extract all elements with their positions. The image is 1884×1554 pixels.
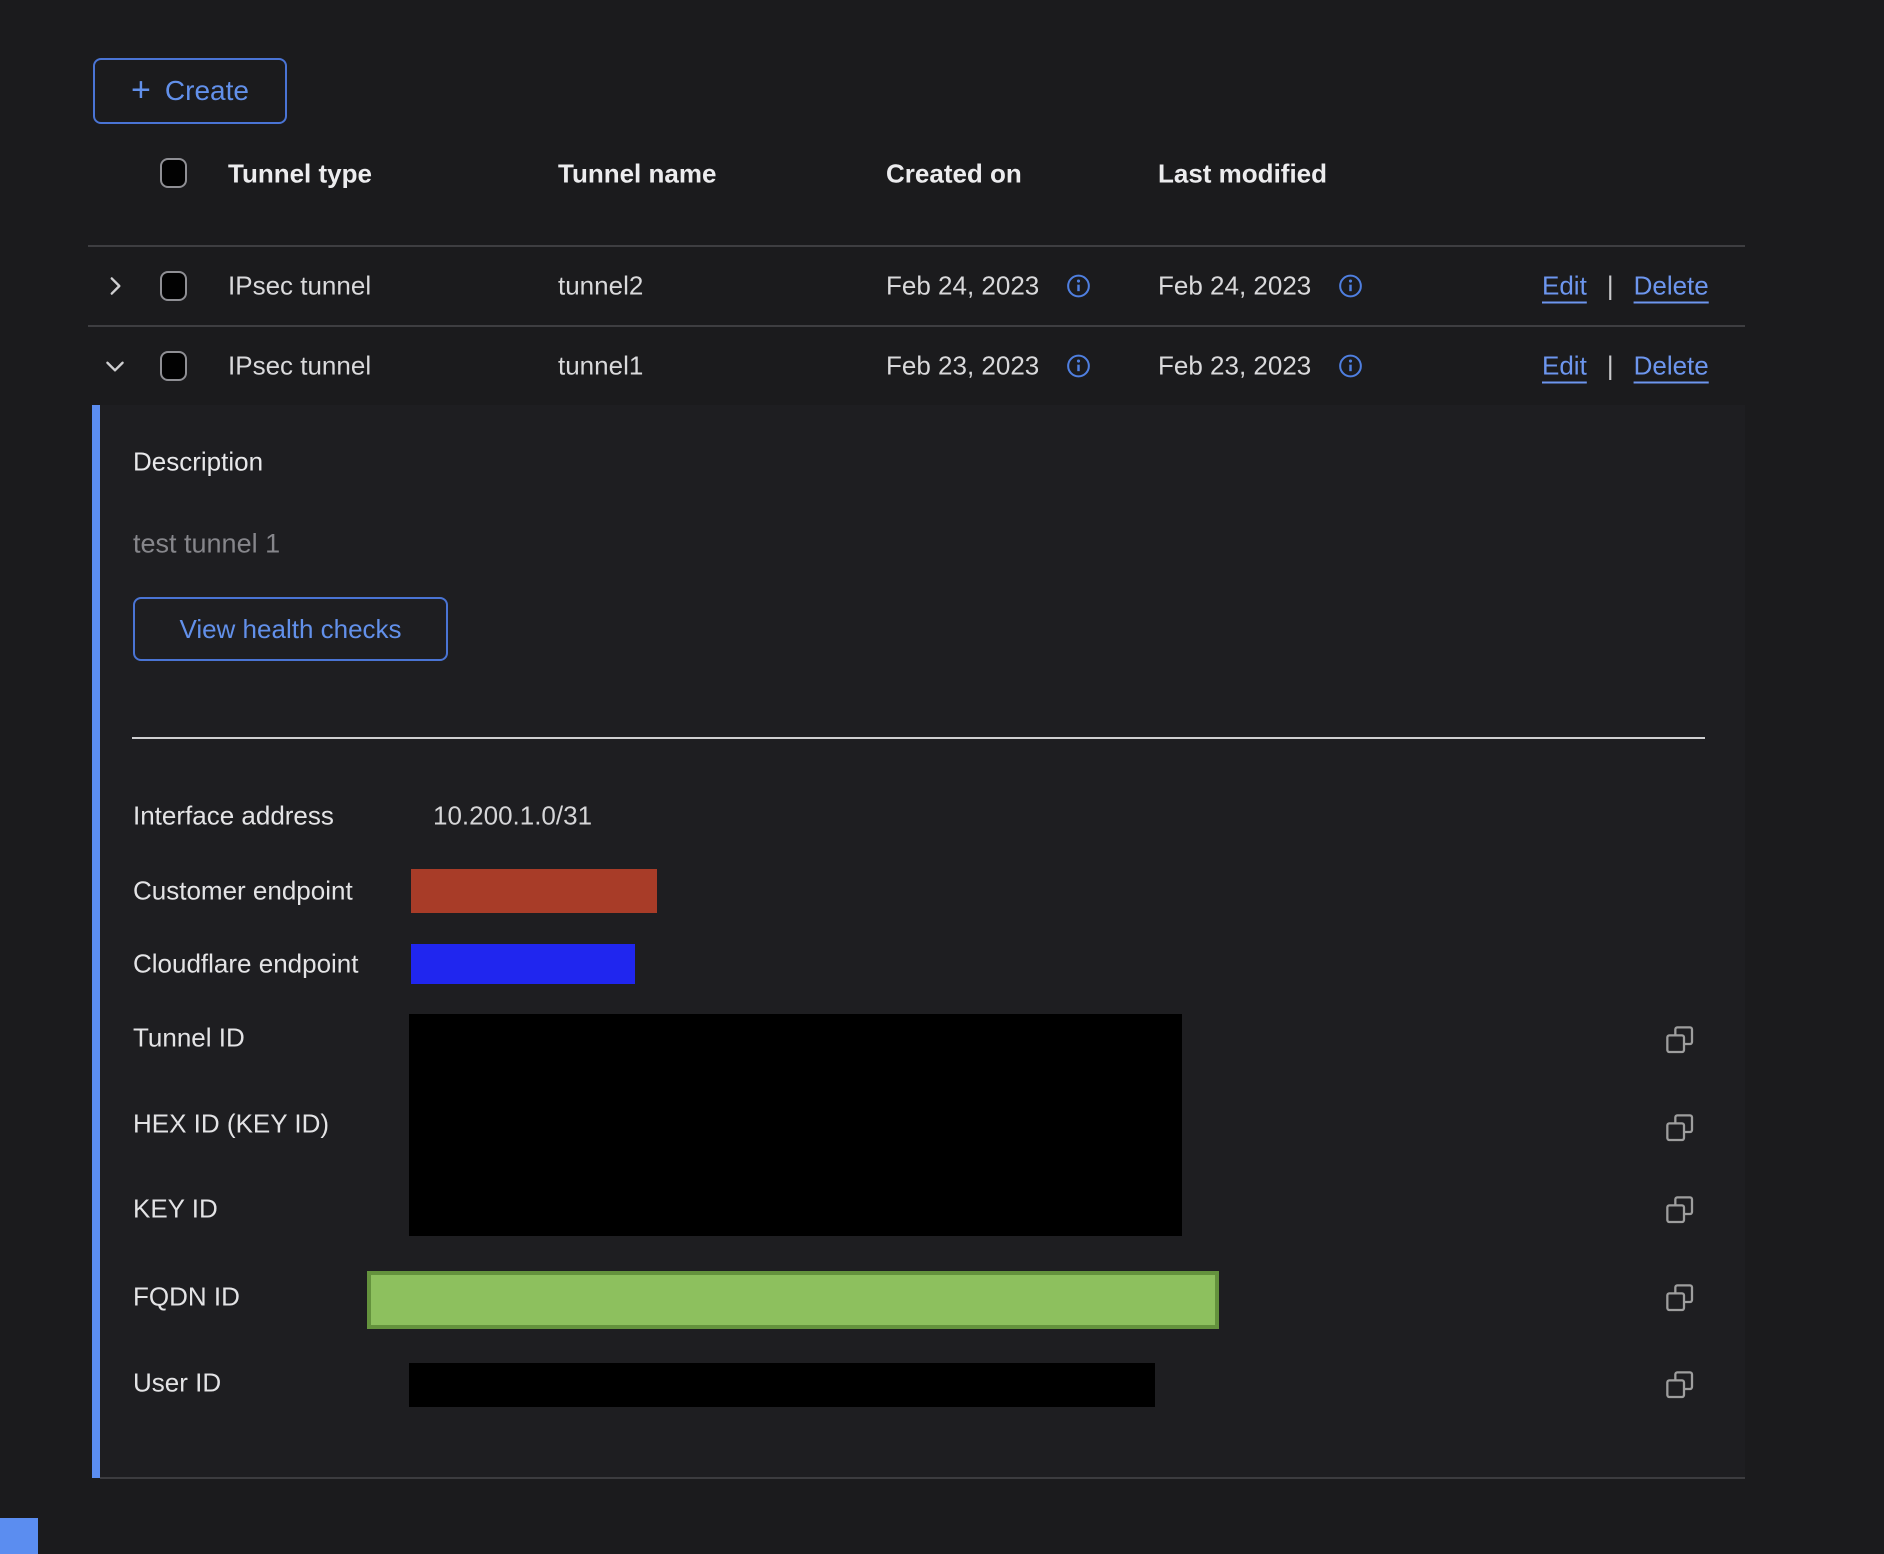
created-on-cell: Feb 23, 2023 [886, 351, 1039, 382]
column-header-created-on: Created on [886, 159, 1022, 190]
tunnel-name-cell: tunnel1 [558, 351, 643, 382]
edit-link[interactable]: Edit [1542, 271, 1587, 302]
fqdn-id-redaction [367, 1271, 1219, 1329]
row-divider [88, 325, 1745, 327]
cloudflare-endpoint-redaction [411, 944, 635, 984]
description-label: Description [133, 447, 263, 478]
copy-fqdn-id-button[interactable] [1664, 1282, 1696, 1314]
fqdn-id-label: FQDN ID [133, 1282, 240, 1313]
info-icon[interactable] [1065, 353, 1092, 380]
corner-artifact [0, 1518, 38, 1554]
header-divider [88, 245, 1745, 247]
info-icon[interactable] [1337, 353, 1364, 380]
create-button-label: Create [165, 75, 249, 107]
interface-address-label: Interface address [133, 801, 334, 832]
copy-hex-id-button[interactable] [1664, 1112, 1696, 1144]
delete-link[interactable]: Delete [1634, 351, 1709, 382]
select-all-checkbox[interactable] [160, 158, 187, 188]
expanded-row-indicator-bar [92, 405, 100, 1478]
cloudflare-endpoint-label: Cloudflare endpoint [133, 949, 359, 980]
column-header-tunnel-name: Tunnel name [558, 159, 716, 190]
row-checkbox[interactable] [160, 271, 187, 301]
description-value: test tunnel 1 [133, 529, 280, 560]
info-icon[interactable] [1337, 273, 1364, 300]
copy-key-id-button[interactable] [1664, 1194, 1696, 1226]
chevron-down-icon[interactable] [102, 353, 128, 379]
last-modified-cell: Feb 24, 2023 [1158, 271, 1311, 302]
info-icon[interactable] [1065, 273, 1092, 300]
customer-endpoint-label: Customer endpoint [133, 876, 353, 907]
column-header-tunnel-type: Tunnel type [228, 159, 372, 190]
ids-redaction [409, 1014, 1182, 1236]
hex-id-label: HEX ID (KEY ID) [133, 1109, 329, 1140]
chevron-right-icon[interactable] [102, 273, 128, 299]
copy-user-id-button[interactable] [1664, 1369, 1696, 1401]
tunnel-id-label: Tunnel ID [133, 1023, 245, 1054]
user-id-redaction [409, 1363, 1155, 1407]
last-modified-cell: Feb 23, 2023 [1158, 351, 1311, 382]
user-id-label: User ID [133, 1368, 221, 1399]
customer-endpoint-redaction [411, 869, 657, 913]
edit-link[interactable]: Edit [1542, 351, 1587, 382]
panel-divider [132, 737, 1705, 739]
tunnel-name-cell: tunnel2 [558, 271, 643, 302]
row-checkbox[interactable] [160, 351, 187, 381]
plus-icon: + [131, 73, 151, 107]
panel-bottom-divider [100, 1477, 1745, 1479]
tunnel-type-cell: IPsec tunnel [228, 271, 371, 302]
copy-tunnel-id-button[interactable] [1664, 1024, 1696, 1056]
view-health-checks-button[interactable]: View health checks [133, 597, 448, 661]
created-on-cell: Feb 24, 2023 [886, 271, 1039, 302]
key-id-label: KEY ID [133, 1194, 218, 1225]
tunnel-type-cell: IPsec tunnel [228, 351, 371, 382]
delete-link[interactable]: Delete [1634, 271, 1709, 302]
column-header-last-modified: Last modified [1158, 159, 1327, 190]
interface-address-value: 10.200.1.0/31 [433, 801, 592, 832]
link-separator: | [1607, 271, 1614, 302]
link-separator: | [1607, 351, 1614, 382]
create-button[interactable]: + Create [93, 58, 287, 124]
